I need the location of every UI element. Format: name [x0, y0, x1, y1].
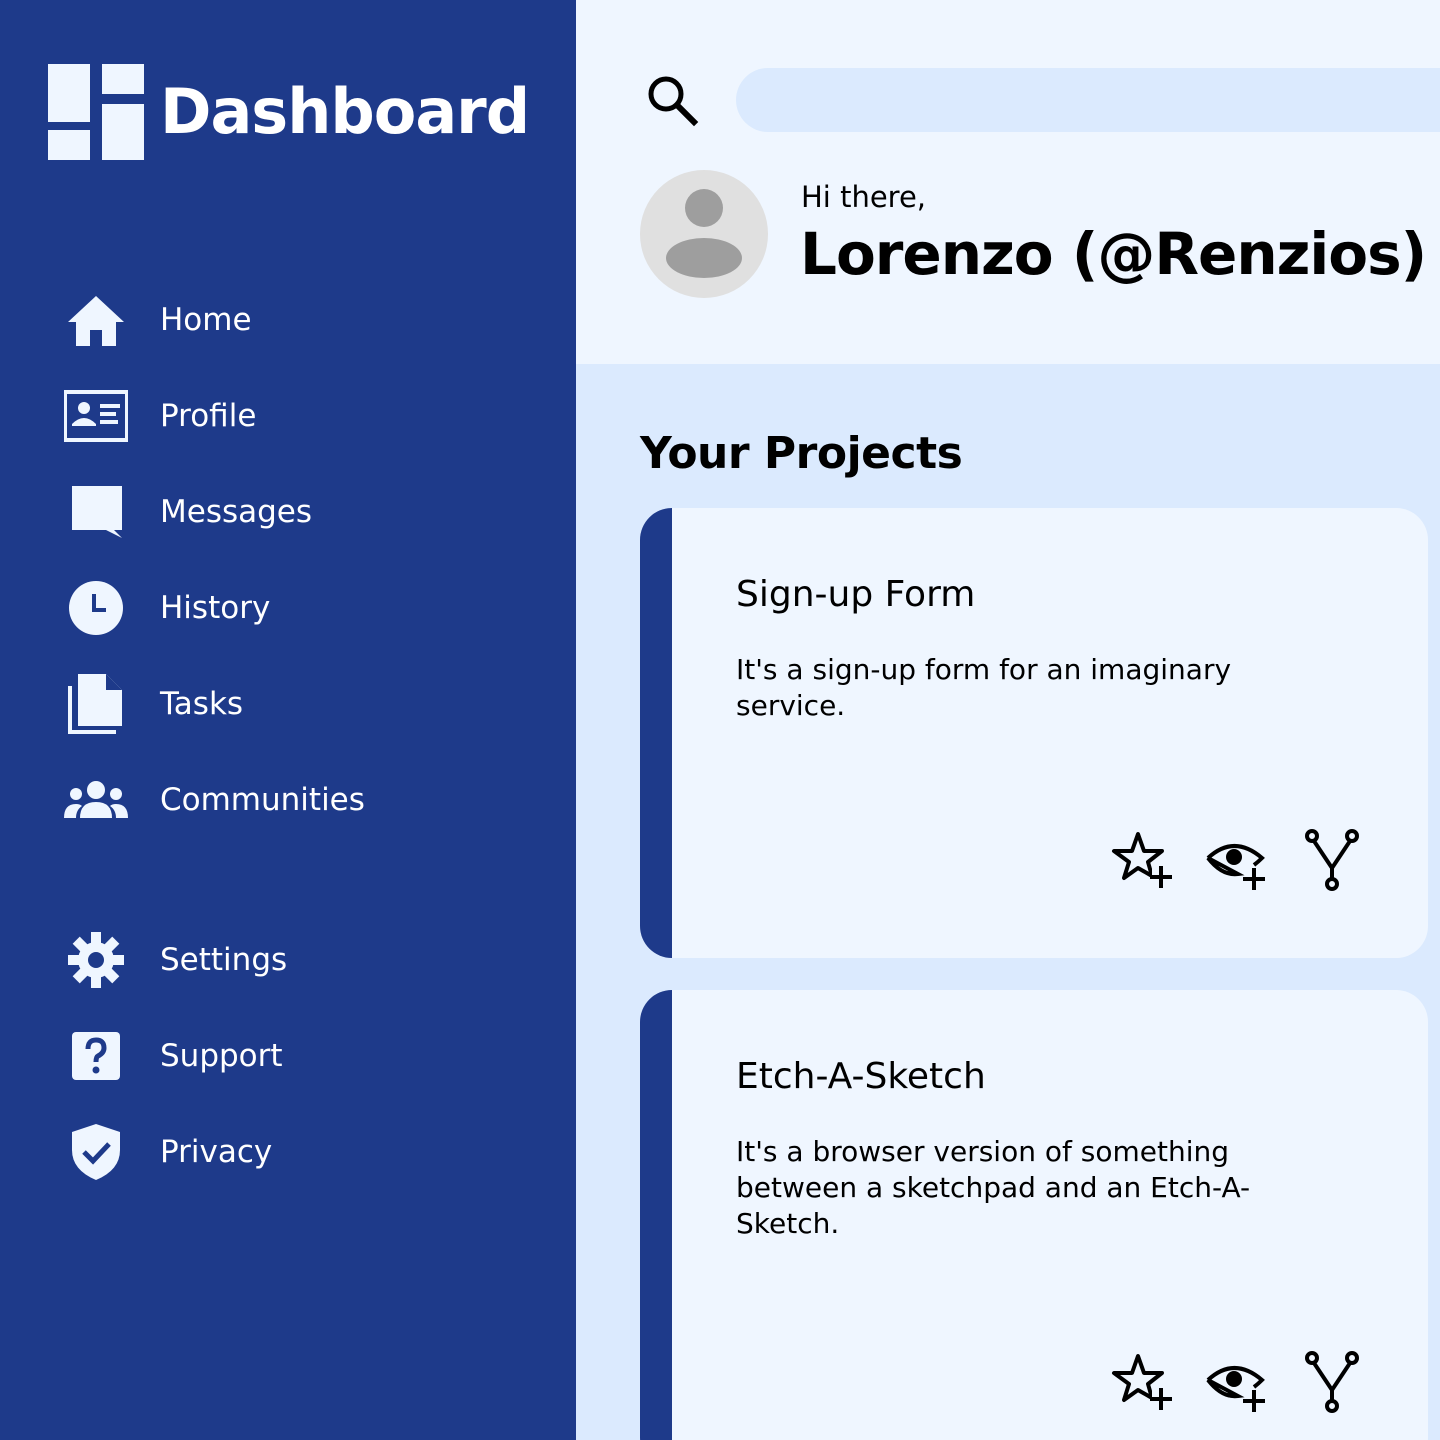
sidebar-item-home[interactable]: Home — [64, 272, 544, 368]
eye-plus-icon[interactable] — [1204, 1350, 1268, 1414]
sidebar-item-label: History — [160, 590, 271, 626]
search-input[interactable] — [736, 68, 1440, 132]
sidebar-item-communities[interactable]: Communities — [64, 752, 544, 848]
people-icon — [64, 768, 128, 832]
gear-icon — [64, 928, 128, 992]
sidebar-item-history[interactable]: History — [64, 560, 544, 656]
search-icon[interactable] — [640, 68, 704, 132]
sidebar: Dashboard Home Profile Messages History … — [0, 0, 576, 1440]
project-description: It's a browser version of something betw… — [736, 1135, 1251, 1240]
sidebar-item-label: Settings — [160, 942, 288, 978]
id-card-icon — [64, 384, 128, 448]
project-title: Sign-up Form — [736, 574, 976, 615]
project-card: Sign-up Form It's a sign-up form for an … — [640, 508, 1428, 958]
sidebar-item-tasks[interactable]: Tasks — [64, 656, 544, 752]
sidebar-item-settings[interactable]: Settings — [64, 912, 544, 1008]
sidebar-item-label: Privacy — [160, 1134, 273, 1170]
projects-title: Your Projects — [640, 428, 963, 479]
header: Hi there, Lorenzo (@Renzios) — [576, 0, 1440, 364]
sidebar-item-label: Messages — [160, 494, 313, 530]
project-actions — [1076, 828, 1364, 892]
sidebar-item-privacy[interactable]: Privacy — [64, 1104, 544, 1200]
greeting: Hi there, — [801, 180, 927, 214]
project-actions — [1076, 1350, 1364, 1414]
fork-icon[interactable] — [1300, 828, 1364, 892]
sidebar-item-label: Tasks — [160, 686, 244, 722]
sidebar-item-support[interactable]: Support — [64, 1008, 544, 1104]
sidebar-item-label: Communities — [160, 782, 365, 818]
sidebar-item-label: Home — [160, 302, 252, 338]
sidebar-item-messages[interactable]: Messages — [64, 464, 544, 560]
sidebar-item-label: Profile — [160, 398, 257, 434]
user-name: Lorenzo (@Renzios) — [800, 220, 1427, 288]
home-icon — [64, 288, 128, 352]
avatar[interactable] — [640, 170, 768, 298]
project-title: Etch-A-Sketch — [736, 1056, 986, 1097]
project-description: It's a sign-up form for an imaginary ser… — [736, 653, 1232, 722]
sidebar-nav: Home Profile Messages History Tasks Comm… — [64, 272, 544, 1200]
fork-icon[interactable] — [1300, 1350, 1364, 1414]
sidebar-item-label: Support — [160, 1038, 283, 1074]
star-plus-icon[interactable] — [1108, 828, 1172, 892]
brand[interactable]: Dashboard — [48, 64, 530, 160]
star-plus-icon[interactable] — [1108, 1350, 1172, 1414]
clock-icon — [64, 576, 128, 640]
eye-plus-icon[interactable] — [1204, 828, 1268, 892]
project-card: Etch-A-Sketch It's a browser version of … — [640, 990, 1428, 1440]
dashboard-icon — [48, 64, 144, 160]
shield-check-icon — [64, 1120, 128, 1184]
documents-icon — [64, 672, 128, 736]
help-icon — [64, 1024, 128, 1088]
app-title: Dashboard — [160, 75, 530, 148]
message-icon — [64, 480, 128, 544]
sidebar-item-profile[interactable]: Profile — [64, 368, 544, 464]
